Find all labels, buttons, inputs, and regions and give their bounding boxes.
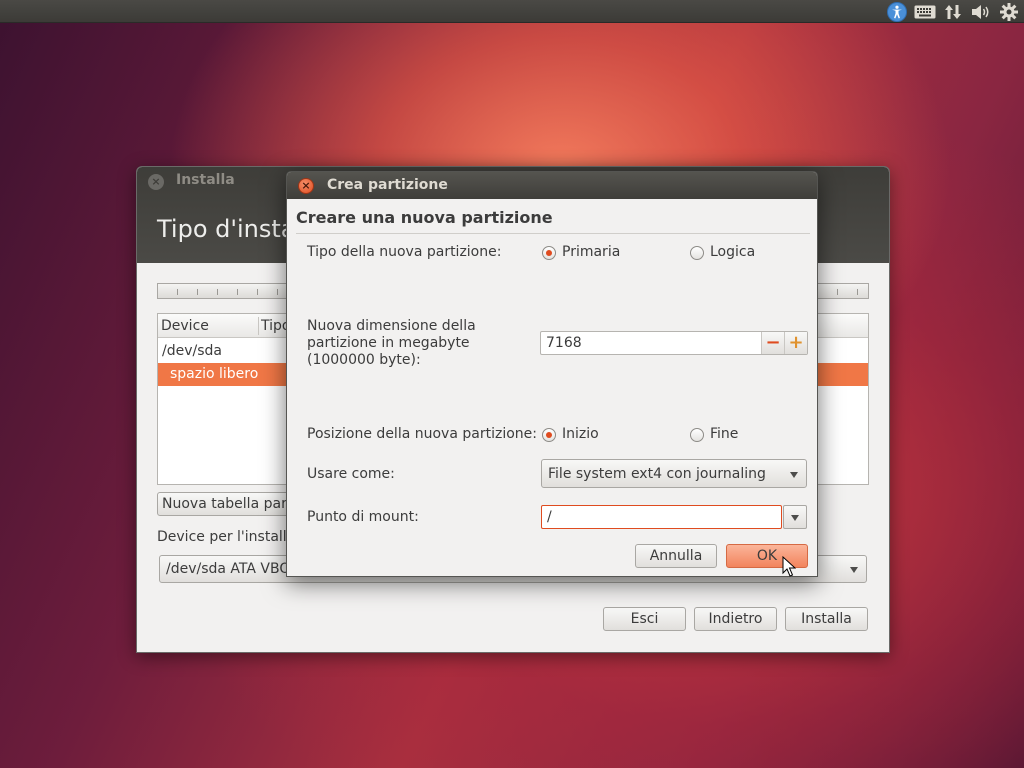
- mouse-pointer-icon: [782, 556, 796, 577]
- use-as-label: Usare come:: [307, 466, 395, 482]
- chevron-down-icon: [850, 567, 858, 573]
- size-label-line: partizione in megabyte: [307, 335, 470, 351]
- indicator-tray: [886, 0, 1020, 23]
- partition-size-value[interactable]: 7168: [546, 335, 582, 351]
- row-device: /dev/sda: [162, 343, 222, 359]
- create-partition-dialog: × Crea partizione Creare una nuova parti…: [286, 171, 818, 577]
- size-label-line: Nuova dimensione della: [307, 318, 476, 334]
- radio-start[interactable]: [542, 428, 556, 442]
- radio-start-label[interactable]: Inizio: [562, 426, 599, 442]
- filesystem-value: File system ext4 con journaling: [548, 466, 766, 482]
- partition-position-label: Posizione della nuova partizione:: [307, 426, 537, 442]
- filesystem-select[interactable]: File system ext4 con journaling: [541, 459, 807, 488]
- network-icon[interactable]: [942, 1, 964, 23]
- size-label-line: (1000000 byte):: [307, 352, 421, 368]
- volume-icon[interactable]: [970, 1, 992, 23]
- accessibility-icon[interactable]: [886, 1, 908, 23]
- radio-primary[interactable]: [542, 246, 556, 260]
- chevron-down-icon: [790, 472, 798, 478]
- mount-point-dropdown-button[interactable]: [783, 505, 807, 529]
- radio-primary-label[interactable]: Primaria: [562, 244, 620, 260]
- keyboard-icon[interactable]: [914, 1, 936, 23]
- column-header-device[interactable]: Device: [161, 318, 209, 334]
- installer-window-title: Installa: [176, 172, 235, 188]
- mount-point-input[interactable]: /: [541, 505, 782, 529]
- dialog-title: Crea partizione: [327, 177, 448, 193]
- install-button[interactable]: Installa: [785, 607, 868, 631]
- top-panel: [0, 0, 1024, 23]
- partition-size-spinbox[interactable]: 7168 − +: [540, 331, 808, 355]
- mount-point-label: Punto di mount:: [307, 509, 419, 525]
- row-device: spazio libero: [170, 366, 259, 382]
- dialog-close-button[interactable]: ×: [298, 178, 314, 194]
- radio-end[interactable]: [690, 428, 704, 442]
- partition-size-label: Nuova dimensione della partizione in meg…: [307, 318, 476, 369]
- chevron-down-icon: [791, 515, 799, 521]
- dialog-titlebar: × Crea partizione: [287, 172, 817, 199]
- back-button[interactable]: Indietro: [694, 607, 777, 631]
- installer-close-button[interactable]: ×: [148, 174, 164, 190]
- radio-logical[interactable]: [690, 246, 704, 260]
- decrement-button[interactable]: −: [761, 332, 784, 354]
- gear-icon[interactable]: [998, 1, 1020, 23]
- dialog-heading: Creare una nuova partizione: [296, 208, 553, 227]
- quit-button[interactable]: Esci: [603, 607, 686, 631]
- mount-point-value[interactable]: /: [547, 509, 552, 525]
- increment-button[interactable]: +: [784, 332, 807, 354]
- radio-logical-label[interactable]: Logica: [710, 244, 755, 260]
- divider: [296, 233, 810, 234]
- cancel-button[interactable]: Annulla: [635, 544, 717, 568]
- partition-type-label: Tipo della nuova partizione:: [307, 244, 502, 260]
- radio-end-label[interactable]: Fine: [710, 426, 738, 442]
